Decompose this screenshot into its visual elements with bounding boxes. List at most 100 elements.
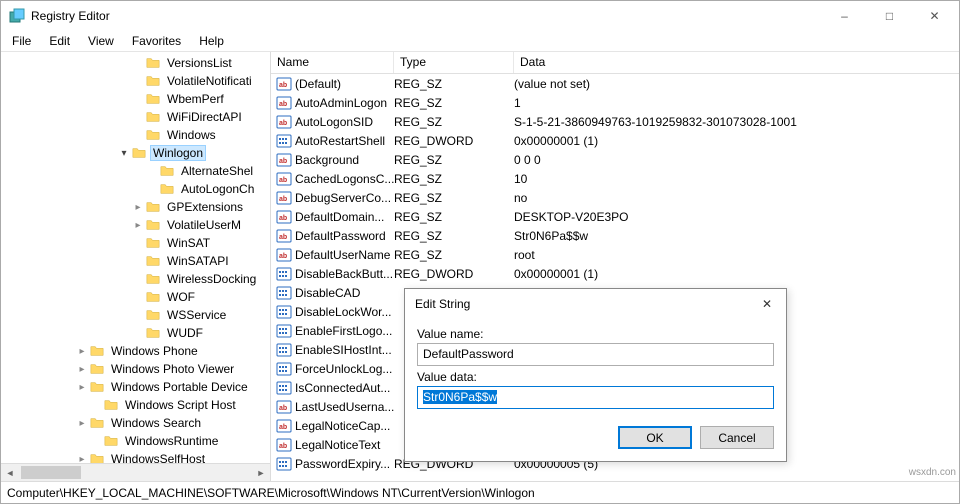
menu-file[interactable]: File — [3, 32, 40, 50]
tree-item-label: WirelessDocking — [164, 271, 259, 287]
dialog-title: Edit String — [415, 297, 752, 311]
window-title: Registry Editor — [31, 9, 822, 23]
tree-item[interactable]: WinSATAPI — [1, 252, 270, 270]
menu-help[interactable]: Help — [190, 32, 233, 50]
value-row[interactable]: (Default)REG_SZ(value not set) — [271, 74, 959, 93]
value-data: 1 — [514, 96, 959, 110]
tree-item[interactable]: WbemPerf — [1, 90, 270, 108]
tree-item[interactable]: WUDF — [1, 324, 270, 342]
dialog-close-button[interactable]: ✕ — [752, 290, 782, 318]
tree-item[interactable]: ▸ GPExtensions — [1, 198, 270, 216]
tree-pane[interactable]: VersionsListVolatileNotificatiWbemPerfWi… — [1, 52, 271, 481]
folder-icon — [89, 362, 105, 376]
twisty-icon[interactable]: ▸ — [131, 220, 145, 231]
value-row[interactable]: DebugServerCo...REG_SZno — [271, 188, 959, 207]
tree-item[interactable]: ▸Windows Photo Viewer — [1, 360, 270, 378]
value-name-field[interactable]: DefaultPassword — [417, 343, 774, 366]
tree-item[interactable]: AutoLogonCh — [1, 180, 270, 198]
tree-item[interactable]: WindowsRuntime — [1, 432, 270, 450]
folder-icon — [89, 344, 105, 358]
close-button[interactable]: ✕ — [912, 2, 957, 31]
value-row[interactable]: AutoAdminLogonREG_SZ1 — [271, 93, 959, 112]
tree-item[interactable]: ▸ Windows Search — [1, 414, 270, 432]
twisty-icon[interactable]: ▸ — [75, 454, 89, 464]
twisty-icon[interactable]: ▾ — [117, 148, 131, 159]
value-data: 0 0 0 — [514, 153, 959, 167]
tree-item-label: Windows — [164, 127, 219, 143]
folder-icon — [145, 308, 161, 322]
scroll-right-button[interactable]: ► — [252, 464, 270, 481]
tree-item[interactable]: VolatileNotificati — [1, 72, 270, 90]
value-name: AutoRestartShell — [295, 134, 394, 148]
tree-item[interactable]: Windows — [1, 126, 270, 144]
tree-item[interactable]: WiFiDirectAPI — [1, 108, 270, 126]
tree-item-label: WSService — [164, 307, 229, 323]
value-row[interactable]: DefaultDomain...REG_SZDESKTOP-V20E3PO — [271, 207, 959, 226]
value-name: DefaultDomain... — [295, 210, 394, 224]
menu-view[interactable]: View — [79, 32, 123, 50]
value-row[interactable]: AutoLogonSIDREG_SZS-1-5-21-3860949763-10… — [271, 112, 959, 131]
folder-icon — [145, 254, 161, 268]
value-data: no — [514, 191, 959, 205]
folder-icon — [103, 434, 119, 448]
tree-item[interactable]: VersionsList — [1, 54, 270, 72]
tree-item-label: Windows Search — [108, 415, 204, 431]
scroll-left-button[interactable]: ◄ — [1, 464, 19, 481]
dialog-titlebar[interactable]: Edit String ✕ — [405, 289, 786, 319]
value-row[interactable]: AutoRestartShellREG_DWORD0x00000001 (1) — [271, 131, 959, 150]
tree-item[interactable]: ▸Windows Phone — [1, 342, 270, 360]
tree-item[interactable]: WOF — [1, 288, 270, 306]
twisty-icon[interactable]: ▸ — [75, 346, 89, 357]
column-name[interactable]: Name — [271, 52, 394, 73]
folder-icon — [145, 92, 161, 106]
value-type: REG_DWORD — [394, 267, 514, 281]
dword-value-icon — [275, 456, 293, 472]
value-name: AutoAdminLogon — [295, 96, 394, 110]
column-type[interactable]: Type — [394, 52, 514, 73]
tree-item-label: VolatileUserM — [164, 217, 244, 233]
value-row[interactable]: CachedLogonsC...REG_SZ10 — [271, 169, 959, 188]
tree-item[interactable]: ▾Winlogon — [1, 144, 270, 162]
titlebar[interactable]: Registry Editor – □ ✕ — [1, 1, 959, 31]
tree-item[interactable]: WinSAT — [1, 234, 270, 252]
string-value-icon — [275, 228, 293, 244]
menubar: File Edit View Favorites Help — [1, 31, 959, 52]
value-row[interactable]: DefaultUserNameREG_SZroot — [271, 245, 959, 264]
tree-item[interactable]: Windows Script Host — [1, 396, 270, 414]
menu-favorites[interactable]: Favorites — [123, 32, 190, 50]
ok-button[interactable]: OK — [618, 426, 692, 449]
tree-item-label: GPExtensions — [164, 199, 246, 215]
value-name: AutoLogonSID — [295, 115, 394, 129]
statusbar: Computer\HKEY_LOCAL_MACHINE\SOFTWARE\Mic… — [1, 481, 959, 503]
twisty-icon[interactable]: ▸ — [75, 364, 89, 375]
value-name-label: Value name: — [417, 327, 774, 341]
twisty-icon[interactable]: ▸ — [75, 382, 89, 393]
value-row[interactable]: DisableBackButt...REG_DWORD0x00000001 (1… — [271, 264, 959, 283]
tree-item[interactable]: WirelessDocking — [1, 270, 270, 288]
value-data-field[interactable]: Str0N6Pa$$w — [417, 386, 774, 409]
value-type: REG_SZ — [394, 229, 514, 243]
column-data[interactable]: Data — [514, 52, 959, 73]
tree-item-label: WinSAT — [164, 235, 213, 251]
menu-edit[interactable]: Edit — [40, 32, 79, 50]
folder-icon — [145, 110, 161, 124]
value-type: REG_SZ — [394, 191, 514, 205]
twisty-icon[interactable]: ▸ — [131, 202, 145, 213]
tree-item[interactable]: ▸Windows Portable Device — [1, 378, 270, 396]
dword-value-icon — [275, 285, 293, 301]
tree-scrollbar-horizontal[interactable]: ◄ ► — [1, 463, 270, 481]
column-headers[interactable]: Name Type Data — [271, 52, 959, 74]
twisty-icon[interactable]: ▸ — [75, 418, 89, 429]
value-type: REG_SZ — [394, 77, 514, 91]
tree-item[interactable]: AlternateShel — [1, 162, 270, 180]
tree-item[interactable]: ▸WindowsSelfHost — [1, 450, 270, 463]
tree-item[interactable]: ▸ VolatileUserM — [1, 216, 270, 234]
minimize-button[interactable]: – — [822, 2, 867, 31]
value-name: PasswordExpiry... — [295, 457, 394, 471]
maximize-button[interactable]: □ — [867, 2, 912, 31]
value-row[interactable]: DefaultPasswordREG_SZStr0N6Pa$$w — [271, 226, 959, 245]
value-row[interactable]: BackgroundREG_SZ0 0 0 — [271, 150, 959, 169]
string-value-icon — [275, 171, 293, 187]
cancel-button[interactable]: Cancel — [700, 426, 774, 449]
tree-item[interactable]: WSService — [1, 306, 270, 324]
